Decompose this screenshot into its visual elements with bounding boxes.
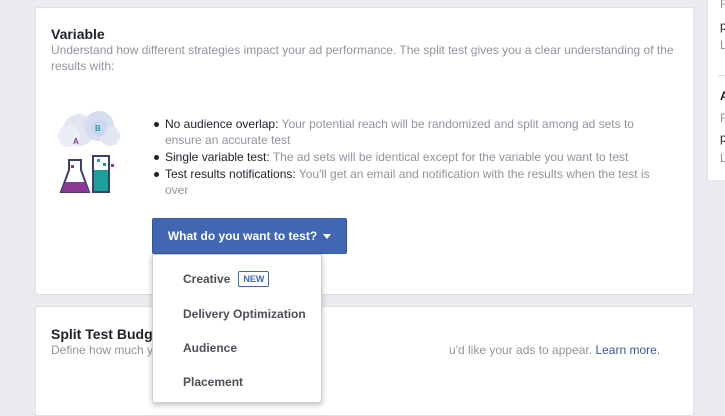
right-panel-line: p [720,131,725,145]
budget-description: Define how much y u'd like your ads to ap… [51,342,681,358]
illustration-label-b: B [95,124,101,133]
menu-item-placement[interactable]: Placement [183,375,243,389]
variable-description: Understand how different strategies impa… [51,43,674,73]
right-panel-line: A [720,89,725,103]
menu-item-label: Creative [183,272,231,286]
bullet-lead: Test results notifications: [165,167,296,181]
bullet-text: The ad sets will be identical except for… [269,150,629,164]
split-test-budget-card: Split Test Budg Define how much y u'd lik… [35,306,694,416]
right-panel-line: L [720,38,725,52]
right-panel-line: F [720,0,725,11]
right-panel-line: p [720,19,725,33]
list-item: No audience overlap: Your potential reac… [154,116,664,148]
caret-down-icon [323,233,332,239]
budget-description-start: Define how much y [51,343,154,357]
dropdown-button-label: What do you want to test? [167,229,318,243]
menu-item-delivery-optimization[interactable]: Delivery Optimization [183,307,306,321]
variable-title: Variable [51,26,105,42]
test-variable-dropdown-button[interactable]: What do you want to test? [152,218,347,254]
list-item: Test results notifications: You'll get a… [154,166,664,198]
split-test-illustration-icon: A B [58,111,120,193]
right-panel-line: F [720,111,725,125]
right-side-panel: F p L A F p L [707,0,725,180]
budget-title: Split Test Budg [51,326,153,342]
test-variable-menu: Creative NEW Delivery Optimization Audien… [152,254,322,403]
right-panel-divider [718,75,725,76]
menu-item-creative[interactable]: Creative NEW [183,271,270,287]
bullet-lead: No audience overlap: [165,117,279,131]
benefit-list: No audience overlap: Your potential reac… [154,116,664,199]
right-panel-line: L [720,151,725,165]
budget-description-end: u'd like your ads to appear. [449,343,593,357]
list-item: Single variable test: The ad sets will b… [154,149,664,165]
learn-more-link[interactable]: Learn more. [595,343,660,357]
menu-item-audience[interactable]: Audience [183,341,237,355]
variable-card: Variable Understand how different strate… [35,7,694,295]
new-badge: NEW [238,271,270,287]
illustration-label-a: A [73,137,79,146]
bullet-lead: Single variable test: [165,150,270,164]
